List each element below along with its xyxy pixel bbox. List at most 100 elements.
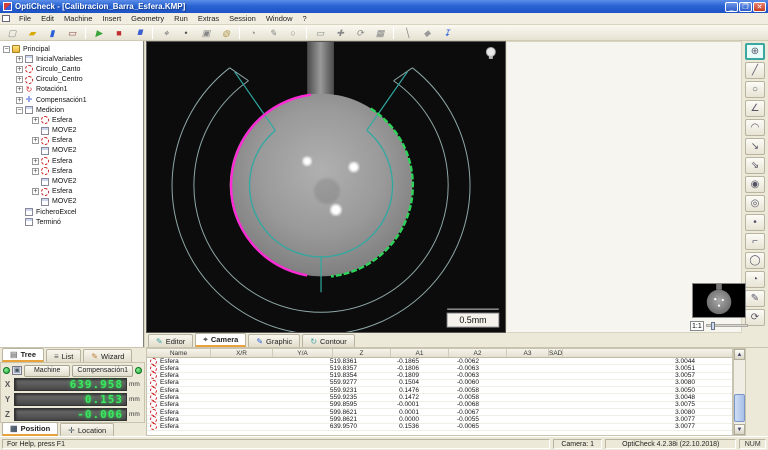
tree-item[interactable]: + Circulo_Canto xyxy=(0,64,143,74)
tree-item[interactable]: MOVE2 xyxy=(0,126,143,136)
tree-expander[interactable] xyxy=(32,198,39,205)
tool-circle[interactable]: ○ xyxy=(745,81,765,98)
rectangle-button[interactable]: ▭ xyxy=(311,26,329,40)
table-scrollbar[interactable]: ▲ ▼ xyxy=(733,348,746,436)
tree-item[interactable]: MOVE2 xyxy=(0,146,143,156)
table-header-cell[interactable]: Z xyxy=(333,349,391,357)
toolbar-separator[interactable] xyxy=(306,27,307,39)
table-header-cell[interactable]: X/R xyxy=(211,349,273,357)
tab-editor[interactable]: ✎ Editor xyxy=(148,334,193,347)
menu-item[interactable]: Session xyxy=(224,14,261,23)
tool-distance-point[interactable]: ↘ xyxy=(745,138,765,155)
menu-item[interactable]: Edit xyxy=(36,14,59,23)
menu-item[interactable]: ? xyxy=(298,14,312,23)
tool-arc[interactable]: ◠ xyxy=(745,119,765,136)
tree-expander[interactable] xyxy=(16,209,23,216)
menu-item[interactable]: Run xyxy=(169,14,193,23)
menu-item[interactable]: File xyxy=(14,14,36,23)
grid-button[interactable]: ▦ xyxy=(371,26,389,40)
tree-item[interactable]: MOVE2 xyxy=(0,176,143,186)
tree-item[interactable]: − Medicion xyxy=(0,105,143,115)
tree-item[interactable]: + Esfera xyxy=(0,115,143,125)
tree-item[interactable]: + Compensación1 xyxy=(0,95,143,105)
open-file-button[interactable]: ▰ xyxy=(23,26,41,40)
tool-point[interactable]: • xyxy=(745,214,765,231)
tree-expander[interactable]: + xyxy=(32,137,39,144)
close-button[interactable]: ✕ xyxy=(753,2,766,12)
tree-item[interactable]: + Rotación1 xyxy=(0,85,143,95)
run-button[interactable]: ▶ xyxy=(90,26,108,40)
tool-perpendicular[interactable]: ⌐ xyxy=(745,233,765,250)
export-button[interactable]: ↧ xyxy=(438,26,456,40)
zoom-slider-thumb[interactable] xyxy=(711,322,715,330)
measure-line-button[interactable]: ╲ xyxy=(398,26,416,40)
operator-button[interactable]: ◔ xyxy=(244,26,262,40)
toolbar-separator[interactable] xyxy=(85,27,86,39)
tree-expander[interactable] xyxy=(16,219,23,226)
tree-item[interactable]: + Esfera xyxy=(0,187,143,197)
point-button[interactable]: • xyxy=(177,26,195,40)
table-header-cell[interactable]: A2 xyxy=(449,349,507,357)
tab-graphic[interactable]: ✎ Graphic xyxy=(248,334,300,347)
toolbar-separator[interactable] xyxy=(393,27,394,39)
tab-list[interactable]: ≡ List xyxy=(46,349,81,362)
tool-scan-plane[interactable]: ✎ xyxy=(745,290,765,307)
print-button[interactable]: ▭ xyxy=(63,26,81,40)
save-button[interactable]: ▮ xyxy=(43,26,61,40)
tree-item[interactable]: MOVE2 xyxy=(0,197,143,207)
tool-scan-sphere[interactable]: ⟳ xyxy=(745,309,765,326)
tree-item[interactable]: Terminó xyxy=(0,217,143,227)
menu-item[interactable]: Machine xyxy=(59,14,97,23)
tool-angle[interactable]: ∠ xyxy=(745,100,765,117)
tree-expander[interactable]: + xyxy=(16,66,23,73)
stop-button[interactable]: ■ xyxy=(110,26,128,40)
maximize-button[interactable]: ❐ xyxy=(739,2,752,12)
tab-position[interactable]: ▦ Position xyxy=(2,422,58,436)
minimize-button[interactable]: _ xyxy=(725,2,738,12)
tab-wizard[interactable]: ✎ Wizard xyxy=(83,349,132,362)
tree-expander[interactable]: + xyxy=(32,188,39,195)
tree-expander[interactable]: + xyxy=(16,76,23,83)
tree-item[interactable]: + InicialVariables xyxy=(0,54,143,64)
tool-circle-dot[interactable]: ◎ xyxy=(745,195,765,212)
tool-scan-circle[interactable]: ◔ xyxy=(745,271,765,288)
menu-item[interactable]: Extras xyxy=(193,14,224,23)
table-header-cell[interactable]: Y/A xyxy=(273,349,333,357)
tool-distance-line[interactable]: ⇘ xyxy=(745,157,765,174)
zoom-window-button[interactable]: ▣ xyxy=(197,26,215,40)
zoom-1-1-button[interactable]: 1:1 xyxy=(690,321,704,331)
camera-view[interactable]: 0.5mm xyxy=(146,41,506,333)
tree-expander[interactable] xyxy=(32,178,39,185)
child-window-icon[interactable] xyxy=(2,15,10,22)
table-header-cell[interactable]: Name xyxy=(147,349,211,357)
tab-tree[interactable]: ▤ Tree xyxy=(2,348,44,362)
tab-location[interactable]: ✛ Location xyxy=(60,423,114,436)
menu-item[interactable]: Geometry xyxy=(126,14,169,23)
menu-item[interactable]: Window xyxy=(261,14,298,23)
move-button[interactable]: ✚ xyxy=(331,26,349,40)
tree-expander[interactable]: − xyxy=(16,107,23,114)
tree-expander[interactable]: + xyxy=(16,86,23,93)
tree-item[interactable]: + Esfera xyxy=(0,156,143,166)
tool-ellipse[interactable]: ◯ xyxy=(745,252,765,269)
table-header-cell[interactable]: SAD xyxy=(549,349,563,357)
toolbar-separator[interactable] xyxy=(152,27,153,39)
camera-thumbnail[interactable] xyxy=(692,283,746,318)
rotate-45-button[interactable]: ⟳ xyxy=(351,26,369,40)
tab-contour[interactable]: ↻ Contour xyxy=(302,334,354,347)
stamp-button[interactable]: ◆ xyxy=(418,26,436,40)
scroll-track[interactable] xyxy=(734,360,745,424)
tree-expander[interactable]: + xyxy=(16,97,23,104)
scroll-thumb[interactable] xyxy=(734,394,745,422)
tree-expander[interactable] xyxy=(32,127,39,134)
polygon-button[interactable]: ○ xyxy=(284,26,302,40)
tool-circle-point[interactable]: ⊕ xyxy=(745,43,765,60)
tree-expander[interactable]: + xyxy=(32,117,39,124)
tab-camera[interactable]: ⌖ Camera xyxy=(195,333,246,347)
tree-item[interactable]: + Esfera xyxy=(0,166,143,176)
table-header-cell[interactable]: A3 xyxy=(507,349,549,357)
toolbar-separator[interactable] xyxy=(239,27,240,39)
tree-item[interactable]: + Circulo_Centro xyxy=(0,75,143,85)
tree-item[interactable]: − Principal xyxy=(0,44,143,54)
scroll-down-arrow[interactable]: ▼ xyxy=(734,424,745,435)
